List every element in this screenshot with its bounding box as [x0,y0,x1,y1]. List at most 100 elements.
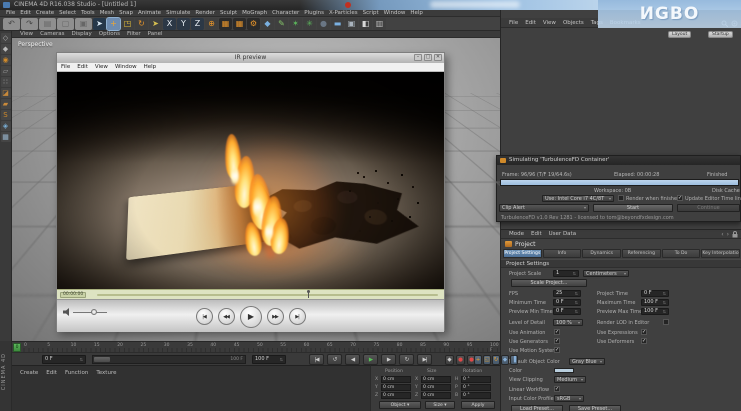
rewind-button[interactable]: ◀◀ [217,308,235,325]
menu-item[interactable]: Select [59,10,76,16]
mograph-icon[interactable]: ✶ [289,17,302,30]
move-tool-icon[interactable]: + [106,16,121,31]
attributes-menu-item[interactable]: User Data [549,231,576,237]
menu-item[interactable]: Plugins [304,10,324,16]
viewport-menu-item[interactable]: Panel [148,31,163,37]
texture-mode-icon[interactable]: ◉ [0,55,11,65]
ir-title-bar[interactable]: IR preview [57,53,444,63]
seek-bar[interactable]: 00:00:00 [57,289,444,299]
environment-icon[interactable]: ● [317,17,330,30]
timeline-ruler[interactable]: 0 0 5 10 15 20 25 30 35 40 45 50 55 60 65 70 75 80 85 90 95… [12,342,500,353]
menu-item[interactable]: Script [363,10,379,16]
lock-icon[interactable] [732,231,738,238]
next-frame-button[interactable]: ▶ [381,354,396,365]
attribute-tab[interactable]: Project Settings [503,249,542,258]
history-icon[interactable]: ▤ [39,17,56,30]
menu-item[interactable]: X-Particles [329,10,358,16]
key-parameter-toggle[interactable]: ◆ [501,355,509,365]
skip-end-button[interactable]: ▶| [288,308,306,325]
minimize-icon[interactable]: – [414,54,422,61]
lock-y-icon[interactable]: Y [177,17,190,30]
menu-item[interactable]: Create [36,10,54,16]
menu-item[interactable]: Mesh [100,10,114,16]
edges-mode-icon[interactable]: ◪ [0,88,11,98]
continue-button[interactable]: Continue [677,204,740,212]
viewport-label[interactable]: Perspective [18,41,53,48]
max-time-field[interactable]: 100 F ⇅ [641,299,669,306]
timeline-playhead[interactable]: 0 [13,343,21,352]
ir-preview-window[interactable]: IR preview – ▢ ✕ File Edit View Window Help [56,52,445,332]
fps-field[interactable]: 25 ⇅ [553,290,581,297]
render-lod-checkbox[interactable] [663,319,669,325]
goto-start-button[interactable]: |◀ [309,354,324,365]
play-button[interactable]: ▶ [239,305,262,328]
render-when-finished-checkbox[interactable] [618,195,624,201]
ir-menu-item[interactable]: Window [115,64,137,70]
skip-start-button[interactable]: |◀ [195,308,213,325]
objects-menu-item[interactable]: File [509,20,518,26]
project-time-field[interactable]: 0 F ⇅ [641,290,669,297]
display-icon[interactable]: ◧ [359,17,372,30]
close-icon[interactable]: ✕ [434,54,442,61]
scale-tool-icon[interactable]: ◳ [121,17,134,30]
selected-object-row[interactable]: Project [501,239,741,249]
record-keyframe-button[interactable]: ◆ [445,355,454,365]
update-editor-checkbox[interactable] [677,195,683,201]
coord-system-icon[interactable]: ⊕ [205,17,218,30]
menu-item[interactable]: Sculpt [220,10,237,16]
ir-menu-item[interactable]: File [61,64,70,70]
viewport[interactable]: View Cameras Display Options Filter Panel Per… [12,31,500,341]
forward-icon[interactable]: › [727,231,729,238]
material-menu-item[interactable]: Texture [96,370,116,376]
start-button[interactable]: Start [593,204,673,212]
texture-axis-icon[interactable]: S [0,110,11,120]
autokey-button[interactable]: ● [456,355,465,365]
coords-size-dropdown[interactable]: Size ▾ [425,401,455,409]
key-rotation-toggle[interactable]: ↻ [492,355,500,365]
input-color-profile-dropdown[interactable]: sRGB ▾ [554,395,584,402]
snap-icon[interactable]: ◈ [0,121,11,131]
objects-menu-item[interactable]: Objects [563,20,584,26]
preview-max-field[interactable]: 100 F ⇅ [641,308,669,315]
menu-item[interactable]: Animate [138,10,161,16]
max-frame-field[interactable]: 100 F ⇅ [252,355,286,364]
menu-item[interactable]: Character [272,10,299,16]
save-preset-button[interactable]: Save Preset... [569,405,621,411]
objects-menu-item[interactable]: View [543,20,556,26]
load-preset-button[interactable]: Load Preset... [511,405,563,411]
menu-item[interactable]: MoGraph [242,10,267,16]
maximize-icon[interactable]: ▢ [424,54,432,61]
attribute-tab[interactable]: Dynamics [582,249,622,258]
tfd-device-dropdown[interactable]: Use: Intel Core i7 4C/8T ▾ [542,195,614,202]
current-frame-field[interactable]: 0 F ⇅ [42,355,86,364]
polygons-mode-icon[interactable]: ▰ [0,99,11,109]
color-swatch[interactable] [554,368,574,373]
menu-item[interactable]: Simulate [166,10,190,16]
seek-marker[interactable] [307,290,311,298]
workplane-icon[interactable]: ▦ [0,132,11,142]
workplane-mode-icon[interactable]: ▱ [0,66,11,76]
attribute-tab[interactable]: Info [542,249,582,258]
undo-icon[interactable]: ↶ [3,17,20,30]
viewport-menu-item[interactable]: Display [72,31,92,37]
menu-item[interactable]: File [6,10,15,16]
material-menu-item[interactable]: Create [20,370,38,376]
section-header[interactable]: Project Settings [501,259,741,268]
lock-z-icon[interactable]: Z [191,17,204,30]
render-view-icon[interactable]: ▦ [219,17,232,30]
viewport-menu-item[interactable]: View [20,31,33,37]
ir-menu-item[interactable]: Edit [77,64,88,70]
menu-item[interactable]: Window [384,10,406,16]
seek-track[interactable] [97,290,438,298]
size-x-field[interactable]: 0 cm [421,376,451,383]
play-button[interactable]: ▶ [363,354,378,365]
timeline-scrubber[interactable]: 100 F [92,355,246,364]
clip-alert-dropdown[interactable]: Clip Alert ▾ [499,204,589,212]
view-clipping-dropdown[interactable]: Medium ▾ [554,376,586,383]
ir-menu-item[interactable]: Help [144,64,157,70]
rot-p-field[interactable]: 0 ° [461,384,491,391]
material-menu-item[interactable]: Edit [46,370,57,376]
viewport-menu-item[interactable]: Cameras [40,31,64,37]
copy-icon[interactable]: ▢ [57,17,74,30]
render-settings-icon[interactable]: ⚙ [247,17,260,30]
